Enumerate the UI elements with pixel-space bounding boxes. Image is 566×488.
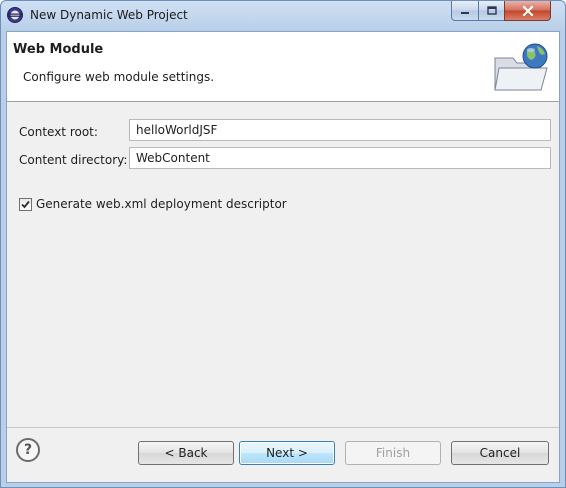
eclipse-app-icon (7, 7, 23, 23)
maximize-button[interactable] (478, 1, 505, 21)
generate-descriptor-label: Generate web.xml deployment descriptor (36, 197, 287, 211)
title-bar[interactable]: New Dynamic Web Project (1, 1, 565, 31)
content-directory-input[interactable] (129, 147, 551, 169)
generate-descriptor-checkbox[interactable] (19, 197, 32, 211)
page-title: Web Module (13, 42, 104, 57)
context-root-label: Context root: (19, 125, 98, 139)
minimize-icon (461, 11, 469, 14)
dialog-client-area: Web Module Configure web module settings… (6, 31, 560, 483)
finish-button[interactable]: Finish (345, 441, 441, 465)
page-description: Configure web module settings. (23, 70, 215, 84)
content-directory-label: Content directory: (19, 153, 128, 167)
button-bar-separator (7, 427, 559, 428)
help-button[interactable]: ? (16, 438, 40, 462)
checkmark-icon (21, 200, 30, 208)
dialog-window: New Dynamic Web Project Web Module Confi… (0, 0, 566, 488)
context-root-input[interactable] (129, 119, 551, 141)
wizard-banner: Web Module Configure web module settings… (7, 32, 559, 102)
window-title: New Dynamic Web Project (30, 8, 188, 22)
generate-descriptor-option[interactable]: Generate web.xml deployment descriptor (19, 197, 287, 211)
cancel-button[interactable]: Cancel (451, 441, 549, 465)
close-icon (522, 5, 533, 16)
minimize-button[interactable] (451, 1, 479, 21)
next-button[interactable]: Next > (239, 441, 335, 465)
close-button[interactable] (504, 1, 551, 21)
web-project-folder-globe-icon (494, 43, 548, 91)
form-area: Context root: Content directory: Generat… (7, 103, 559, 423)
back-button[interactable]: < Back (138, 441, 234, 465)
maximize-icon (486, 6, 497, 15)
